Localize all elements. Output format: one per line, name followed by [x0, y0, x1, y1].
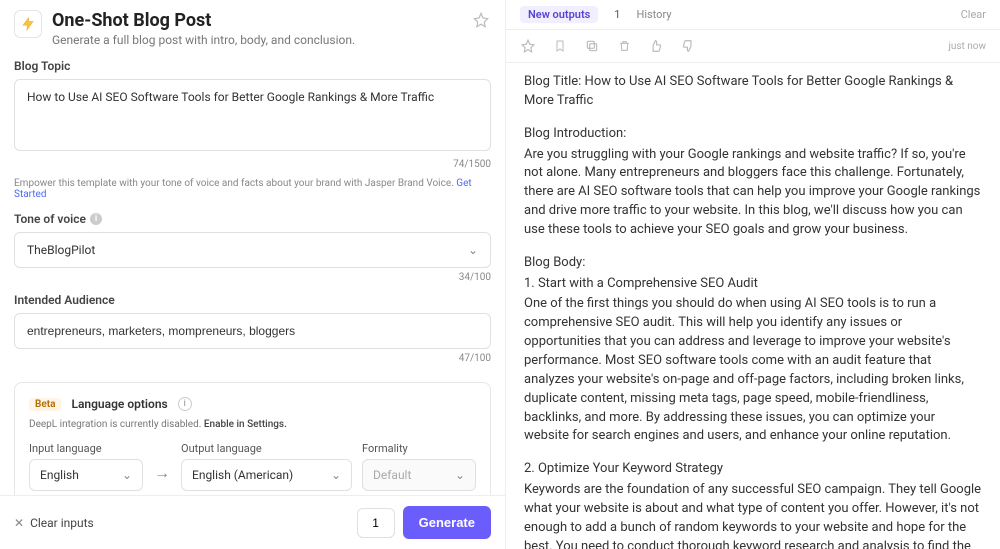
formality-label: Formality — [362, 442, 476, 455]
brand-voice-hint: Empower this template with your tone of … — [14, 178, 491, 200]
deepl-note: DeepL integration is currently disabled.… — [29, 419, 476, 430]
audience-label: Intended Audience — [14, 293, 491, 307]
thumbs-down-icon[interactable] — [680, 38, 696, 54]
tone-select[interactable]: TheBlogPilot ⌄ — [14, 232, 491, 268]
arrow-right-icon: → — [153, 463, 171, 491]
star-icon[interactable] — [520, 38, 536, 54]
section-2-heading: 2. Optimize Your Keyword Strategy — [524, 460, 982, 479]
clear-outputs-button[interactable]: Clear — [961, 8, 986, 21]
language-options-title: Language options — [71, 397, 167, 411]
beta-badge: Beta — [29, 398, 61, 411]
close-icon: ✕ — [14, 516, 24, 530]
blog-topic-counter: 74/1500 — [14, 159, 491, 170]
clear-inputs-button[interactable]: ✕ Clear inputs — [14, 516, 94, 530]
intro-text: Are you struggling with your Google rank… — [524, 146, 982, 240]
generate-button[interactable]: Generate — [403, 506, 491, 539]
input-language-select[interactable]: English⌄ — [29, 459, 143, 491]
chevron-down-icon: ⌄ — [122, 468, 132, 482]
tone-counter: 34/100 — [14, 272, 491, 283]
blog-topic-input[interactable] — [14, 79, 491, 151]
template-header: One-Shot Blog Post Generate a full blog … — [0, 0, 505, 53]
output-tabs: New outputs 1 History Clear — [506, 0, 1000, 30]
blog-topic-label: Blog Topic — [14, 59, 491, 73]
bookmark-icon[interactable] — [552, 38, 568, 54]
output-title: Blog Title: How to Use AI SEO Software T… — [524, 73, 982, 111]
language-options-card: Beta Language options i DeepL integratio… — [14, 382, 491, 495]
formality-select[interactable]: Default⌄ — [362, 459, 476, 491]
intro-heading: Blog Introduction: — [524, 125, 982, 144]
template-title: One-Shot Blog Post — [52, 10, 461, 31]
delete-icon[interactable] — [616, 38, 632, 54]
lightning-icon — [14, 10, 42, 38]
left-panel: One-Shot Blog Post Generate a full blog … — [0, 0, 505, 549]
new-outputs-count: 1 — [614, 8, 620, 21]
enable-settings-link[interactable]: Enable in Settings. — [204, 419, 287, 430]
chevron-down-icon: ⌄ — [331, 468, 341, 482]
copy-icon[interactable] — [584, 38, 600, 54]
body-heading: Blog Body: — [524, 254, 982, 273]
chevron-down-icon: ⌄ — [455, 468, 465, 482]
left-footer: ✕ Clear inputs Generate — [0, 495, 505, 549]
favorite-button[interactable] — [471, 10, 491, 30]
new-outputs-tab[interactable]: New outputs — [520, 6, 598, 23]
output-toolbar: just now — [506, 30, 1000, 63]
audience-counter: 47/100 — [14, 353, 491, 364]
output-count-input[interactable] — [357, 508, 395, 538]
section-2-text: Keywords are the foundation of any succe… — [524, 481, 982, 549]
output-language-select[interactable]: English (American)⌄ — [181, 459, 352, 491]
template-subtitle: Generate a full blog post with intro, bo… — [52, 33, 461, 47]
audience-input[interactable] — [14, 313, 491, 349]
section-1-heading: 1. Start with a Comprehensive SEO Audit — [524, 275, 982, 294]
thumbs-up-icon[interactable] — [648, 38, 664, 54]
section-1-text: One of the first things you should do wh… — [524, 295, 982, 446]
history-tab[interactable]: History — [636, 8, 671, 21]
output-language-label: Output language — [181, 442, 352, 455]
info-icon: i — [90, 213, 102, 225]
right-panel: New outputs 1 History Clear just now Blo… — [505, 0, 1000, 549]
tone-label: Tone of voice — [14, 212, 86, 226]
timestamp: just now — [948, 41, 986, 52]
output-body: Blog Title: How to Use AI SEO Software T… — [506, 63, 1000, 549]
chevron-down-icon: ⌄ — [468, 243, 478, 257]
help-icon[interactable]: i — [178, 397, 192, 411]
input-language-label: Input language — [29, 442, 143, 455]
